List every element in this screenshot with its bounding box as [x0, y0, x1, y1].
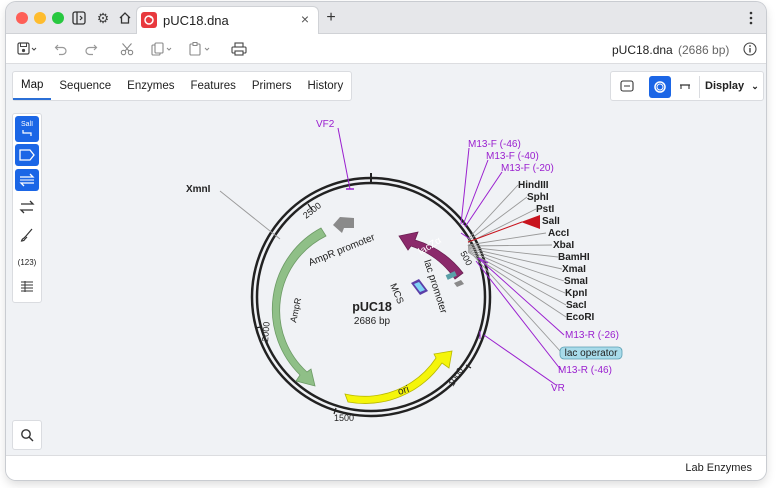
m13f20-leader — [464, 171, 503, 228]
sali-highlight-arrow — [521, 215, 540, 229]
dna-file-icon — [141, 12, 157, 28]
enzyme-hindiii[interactable]: HindIII — [518, 180, 549, 191]
enzyme-acci[interactable]: AccI — [548, 228, 569, 239]
enzyme-bamhi[interactable]: BamHI — [558, 252, 590, 263]
minimize-window-button[interactable] — [34, 12, 46, 24]
tab-title: pUC18.dna — [163, 13, 229, 28]
ampr-label: AmpR — [288, 296, 303, 323]
primer-vr[interactable]: VR — [551, 383, 565, 394]
paste-icon[interactable] — [188, 40, 214, 58]
cut-icon[interactable] — [118, 40, 136, 58]
status-bar: Lab Enzymes — [6, 455, 766, 480]
home-icon[interactable] — [116, 9, 134, 27]
zoom-window-button[interactable] — [52, 12, 64, 24]
xmni-leader — [219, 190, 281, 240]
enzyme-kpni[interactable]: KpnI — [565, 288, 587, 299]
plasmid-name: pUC18 — [352, 300, 392, 314]
primer-m13r-26[interactable]: M13-R (-26) — [565, 330, 619, 341]
document-tab[interactable]: pUC18.dna × — [136, 6, 319, 34]
app-window: ⚙ pUC18.dna × + pUC18.dna (2686 bp) Map … — [6, 2, 766, 480]
enzyme-ecori[interactable]: EcoRI — [566, 312, 595, 323]
title-bar: ⚙ pUC18.dna × + — [6, 2, 766, 34]
primer-m13r-46[interactable]: M13-R (-46) — [558, 365, 612, 376]
enzyme-smai[interactable]: SmaI — [564, 276, 588, 287]
copy-icon[interactable] — [150, 40, 176, 58]
enzyme-sphi[interactable]: SphI — [527, 192, 549, 203]
more-options-icon[interactable] — [742, 9, 760, 27]
enzyme-psti[interactable]: PstI — [536, 204, 555, 215]
info-icon[interactable] — [742, 40, 758, 58]
primer-m13f-20[interactable]: M13-F (-20) — [501, 163, 554, 174]
redo-icon[interactable] — [82, 40, 100, 58]
undo-icon[interactable] — [52, 40, 70, 58]
tick-label-1500: 1500 — [334, 413, 354, 423]
close-window-button[interactable] — [16, 12, 28, 24]
enzyme-xmni[interactable]: XmnI — [186, 184, 211, 195]
primer-m13f-40[interactable]: M13-F (-40) — [486, 151, 539, 162]
document-size: (2686 bp) — [678, 43, 730, 57]
vr-leader — [483, 334, 557, 386]
sidebar-toggle-icon[interactable] — [70, 9, 88, 27]
primer-vf2[interactable]: VF2 — [316, 119, 335, 130]
plasmid-map: 2500 2000 1500 1000 500 AmpR AmpR promot… — [186, 119, 623, 423]
map-view: Map Sequence Enzymes Features Primers Hi… — [6, 65, 766, 455]
lac-operator-label: lac operator — [565, 348, 618, 359]
status-text: Lab Enzymes — [685, 462, 752, 474]
new-tab-button[interactable]: + — [322, 9, 340, 27]
tick-label-1000: 1000 — [446, 366, 465, 388]
document-name: pUC18.dna — [612, 43, 673, 57]
lac-operator-leader — [472, 254, 562, 353]
enzyme-sali[interactable]: SalI — [542, 216, 560, 227]
lac-promoter-arrow[interactable] — [454, 280, 464, 287]
ampr-promoter-arrow[interactable] — [333, 217, 354, 233]
print-icon[interactable] — [230, 40, 248, 58]
save-icon[interactable] — [16, 40, 38, 58]
primer-m13f-46[interactable]: M13-F (-46) — [468, 139, 521, 150]
enzyme-saci[interactable]: SacI — [566, 300, 587, 311]
enzyme-xbai[interactable]: XbaI — [553, 240, 574, 251]
close-tab-icon[interactable]: × — [298, 12, 312, 26]
tick-label-2000: 2000 — [260, 321, 272, 342]
enzyme-xmai[interactable]: XmaI — [562, 264, 586, 275]
main-toolbar: pUC18.dna (2686 bp) — [6, 34, 766, 64]
sali-leader — [467, 221, 523, 243]
settings-gear-icon[interactable]: ⚙ — [94, 9, 112, 27]
plasmid-length: 2686 bp — [354, 316, 391, 327]
